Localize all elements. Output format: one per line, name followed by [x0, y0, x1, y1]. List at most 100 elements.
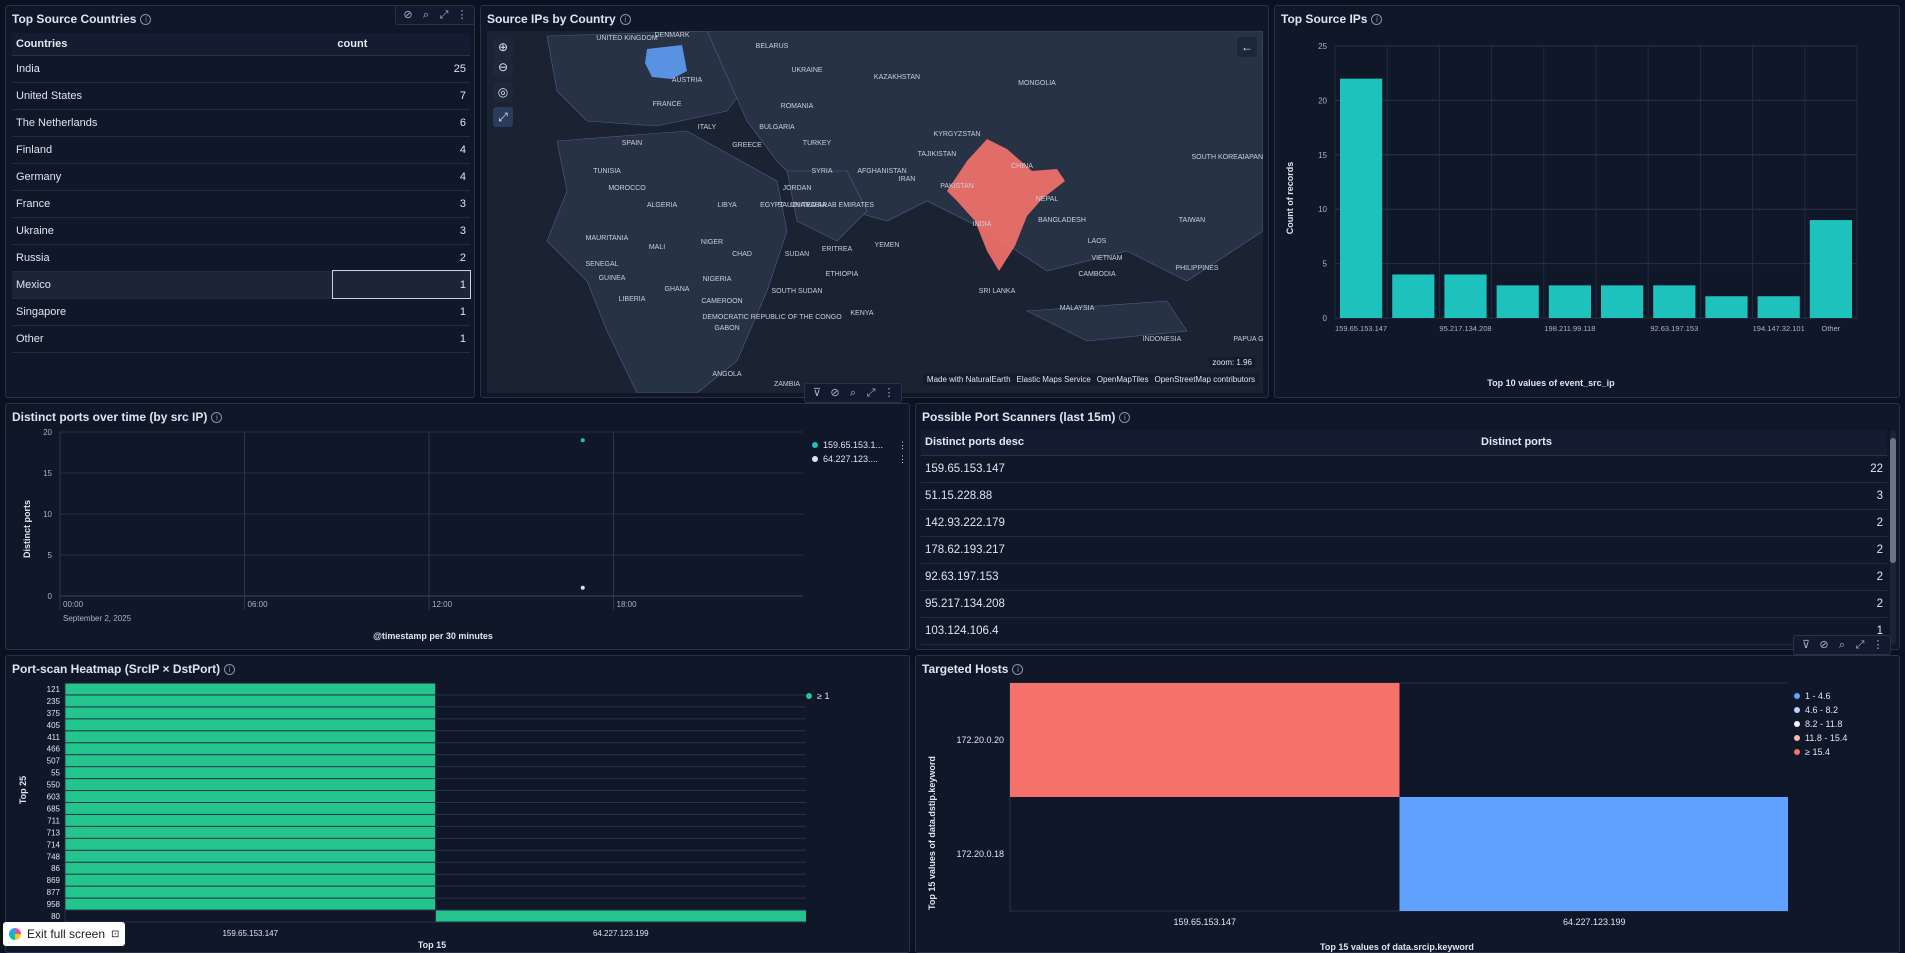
table-row[interactable]: Other 1	[12, 325, 470, 353]
explore-icon[interactable]: ⊘	[828, 386, 842, 400]
table-row[interactable]: 95.217.134.208 2	[921, 590, 1887, 618]
count-cell[interactable]: 1	[333, 325, 470, 353]
ports-cell[interactable]: 22	[1477, 455, 1887, 483]
country-cell[interactable]: Singapore	[12, 298, 334, 326]
col-header-countries[interactable]: Countries	[12, 33, 334, 56]
table-row[interactable]: 92.63.197.153 2	[921, 563, 1887, 591]
country-cell[interactable]: The Netherlands	[12, 109, 334, 137]
count-cell[interactable]: 6	[333, 109, 470, 137]
filter-icon[interactable]: ⊽	[1799, 638, 1813, 652]
attribution-link[interactable]: OpenStreetMap contributors	[1155, 375, 1256, 384]
country-cell[interactable]: Other	[12, 325, 334, 353]
more-options-icon[interactable]: ⋮	[898, 454, 907, 465]
count-cell[interactable]: 7	[333, 82, 470, 110]
explore-icon[interactable]: ⊘	[401, 8, 415, 22]
country-cell[interactable]: United States	[12, 82, 334, 110]
country-cell[interactable]: Mexico	[12, 271, 334, 299]
inspect-icon[interactable]: ⌕	[1835, 638, 1849, 652]
table-row[interactable]: France 3	[12, 190, 470, 218]
zoom-in-button[interactable]: ⊕	[493, 37, 513, 57]
ip-cell[interactable]: 92.63.197.153	[921, 563, 1478, 591]
info-icon[interactable]: i	[1371, 13, 1383, 25]
maximize-icon[interactable]: ⤢	[1853, 638, 1867, 652]
country-cell[interactable]: Finland	[12, 136, 334, 164]
collapse-legend-button[interactable]: ←	[1237, 37, 1257, 57]
fit-bounds-button[interactable]: ⤢	[493, 107, 513, 127]
filter-icon[interactable]: ⊽	[810, 386, 824, 400]
locate-button[interactable]: ◎	[493, 82, 513, 102]
count-cell[interactable]: 4	[333, 136, 470, 164]
count-cell[interactable]: 3	[333, 190, 470, 218]
ip-cell[interactable]: 103.124.106.4	[921, 617, 1478, 645]
table-row[interactable]: 103.124.106.4 1	[921, 617, 1887, 645]
legend-item[interactable]: 4.6 - 8.2	[1794, 703, 1847, 717]
zoom-out-button[interactable]: ⊖	[493, 57, 513, 77]
ip-cell[interactable]: 51.15.228.88	[921, 482, 1478, 510]
count-cell[interactable]: 2	[333, 244, 470, 272]
info-icon[interactable]: i	[224, 663, 236, 675]
col-header-ip[interactable]: Distinct ports desc	[921, 430, 1478, 456]
scrollbar-thumb[interactable]	[1890, 438, 1896, 563]
ports-cell[interactable]: 2	[1477, 590, 1887, 618]
table-scrollbar[interactable]	[1890, 430, 1896, 645]
col-header-count[interactable]: count	[333, 33, 470, 56]
more-options-icon[interactable]: ⋮	[882, 386, 896, 400]
table-row[interactable]: The Netherlands 6	[12, 109, 470, 137]
table-row[interactable]: 142.93.222.179 2	[921, 509, 1887, 537]
count-cell[interactable]: 25	[333, 55, 470, 83]
ip-cell[interactable]: 178.62.193.217	[921, 536, 1478, 564]
more-options-icon[interactable]: ⋮	[455, 8, 469, 22]
count-cell[interactable]: 1	[333, 298, 470, 326]
map-canvas[interactable]: UNITED KINGDOM DENMARK BELARUS UKRAINE FRANC…	[487, 31, 1263, 393]
ports-cell[interactable]: 3	[1477, 482, 1887, 510]
legend-item[interactable]: 159.65.153.1... ⋮	[812, 438, 907, 452]
table-row[interactable]: India 25	[12, 55, 470, 83]
attribution-link[interactable]: OpenMapTiles	[1097, 375, 1149, 384]
ports-cell[interactable]: 2	[1477, 536, 1887, 564]
info-icon[interactable]: i	[140, 13, 152, 25]
inspect-icon[interactable]: ⌕	[419, 8, 433, 22]
info-icon[interactable]: i	[619, 13, 631, 25]
legend-item[interactable]: 11.8 - 15.4	[1794, 731, 1847, 745]
table-row[interactable]: United States 7	[12, 82, 470, 110]
table-row[interactable]: Germany 4	[12, 163, 470, 191]
legend-item[interactable]: 64.227.123.... ⋮	[812, 452, 907, 466]
table-row[interactable]: Mexico 1	[12, 270, 471, 299]
count-cell[interactable]: 1	[332, 270, 471, 299]
ip-cell[interactable]: 95.217.134.208	[921, 590, 1478, 618]
attribution-link[interactable]: Made with NaturalEarth	[927, 375, 1011, 384]
table-row[interactable]: Russia 2	[12, 244, 470, 272]
inspect-icon[interactable]: ⌕	[846, 386, 860, 400]
country-cell[interactable]: France	[12, 190, 334, 218]
attribution-link[interactable]: Elastic Maps Service	[1017, 375, 1091, 384]
ports-cell[interactable]: 2	[1477, 509, 1887, 537]
table-row[interactable]: Finland 4	[12, 136, 470, 164]
table-row[interactable]: Ukraine 3	[12, 217, 470, 245]
legend-item[interactable]: ≥ 1	[806, 689, 829, 703]
more-options-icon[interactable]: ⋮	[898, 440, 907, 451]
exit-full-screen-button[interactable]: Exit full screen ⊡	[3, 922, 126, 946]
ports-cell[interactable]: 2	[1477, 563, 1887, 591]
info-icon[interactable]: i	[211, 411, 223, 423]
country-cell[interactable]: Ukraine	[12, 217, 334, 245]
legend-item[interactable]: 8.2 - 11.8	[1794, 717, 1847, 731]
info-icon[interactable]: i	[1012, 663, 1024, 675]
country-cell[interactable]: India	[12, 55, 334, 83]
legend-item[interactable]: ≥ 15.4	[1794, 745, 1847, 759]
country-cell[interactable]: Germany	[12, 163, 334, 191]
col-header-ports[interactable]: Distinct ports	[1477, 430, 1887, 456]
explore-icon[interactable]: ⊘	[1817, 638, 1831, 652]
country-cell[interactable]: Russia	[12, 244, 334, 272]
info-icon[interactable]: i	[1119, 411, 1131, 423]
ip-cell[interactable]: 142.93.222.179	[921, 509, 1478, 537]
legend-item[interactable]: 1 - 4.6	[1794, 689, 1847, 703]
maximize-icon[interactable]: ⤢	[864, 386, 878, 400]
maximize-icon[interactable]: ⤢	[437, 8, 451, 22]
count-cell[interactable]: 3	[333, 217, 470, 245]
count-cell[interactable]: 4	[333, 163, 470, 191]
table-row[interactable]: Singapore 1	[12, 298, 470, 326]
table-row[interactable]: 159.65.153.147 22	[921, 455, 1887, 483]
table-row[interactable]: 51.15.228.88 3	[921, 482, 1887, 510]
table-row[interactable]: 178.62.193.217 2	[921, 536, 1887, 564]
more-options-icon[interactable]: ⋮	[1871, 638, 1885, 652]
